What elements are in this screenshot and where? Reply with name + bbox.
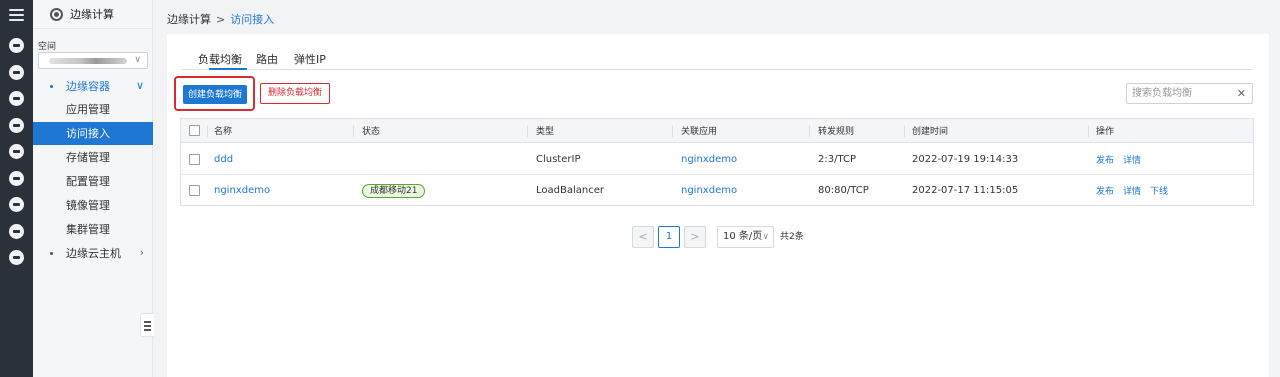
chevron-right-icon: ›: [139, 246, 144, 259]
bullet-icon: [50, 251, 53, 255]
load-balancer-table: 名称 状态 类型 关联应用 转发规则 创建时间 操作 ddd ClusterIP…: [180, 118, 1254, 206]
active-tab-indicator: [209, 68, 247, 70]
breadcrumb-separator: >: [216, 13, 226, 26]
delete-load-balancer-button[interactable]: 删除负载均衡: [260, 83, 330, 104]
header: 边缘计算 > 访问接入: [154, 0, 1280, 34]
breadcrumb-parent[interactable]: 边缘计算: [167, 13, 211, 26]
table-row: nginxdemo 成都移动21 LoadBalancer nginxdemo …: [181, 175, 1253, 206]
row-created: 2022-07-17 11:15:05: [912, 185, 1019, 196]
breadcrumb-current: 访问接入: [230, 13, 275, 26]
column-actions: 操作: [1096, 127, 1115, 137]
next-page-button[interactable]: >: [684, 226, 706, 248]
publish-action[interactable]: 发布: [1096, 184, 1114, 197]
chevron-down-icon: ∨: [762, 232, 769, 242]
sidebar: 边缘计算 空间 ∨ 边缘容器 ∨ 应用管理 访问接入 存储管理 配置管理 镜像管…: [33, 0, 153, 377]
column-name: 名称: [214, 127, 233, 137]
sidebar-item-cluster[interactable]: 集群管理: [33, 218, 153, 241]
row-rule: 80:80/TCP: [818, 185, 869, 196]
row-actions: 发布 详情: [1096, 144, 1150, 174]
column-forward-rule: 转发规则: [818, 127, 855, 137]
status-badge: 成都移动21: [362, 183, 426, 198]
sidebar-group-label: 边缘云主机: [66, 247, 121, 260]
space-value-redacted: [49, 58, 127, 64]
sidebar-item-access[interactable]: 访问接入: [33, 122, 153, 145]
page-number-button[interactable]: 1: [658, 226, 680, 248]
row-actions: 发布 详情 下线: [1096, 175, 1177, 206]
chevron-down-icon: ∨: [135, 79, 144, 92]
sidebar-item-storage[interactable]: 存储管理: [33, 146, 153, 169]
rail-upload-icon[interactable]: [9, 197, 24, 212]
row-type: LoadBalancer: [536, 185, 604, 196]
tab-load-balancer[interactable]: 负载均衡: [198, 51, 242, 67]
row-name-link[interactable]: ddd: [214, 144, 233, 174]
column-created-time: 创建时间: [912, 127, 949, 137]
detail-action[interactable]: 详情: [1123, 153, 1141, 166]
sidebar-item-config[interactable]: 配置管理: [33, 170, 153, 193]
page-size-value: 10 条/页: [723, 231, 763, 242]
search-input[interactable]: [1127, 84, 1235, 103]
row-rule: 2:3/TCP: [818, 153, 856, 165]
create-load-balancer-button[interactable]: 创建负载均衡: [183, 85, 247, 104]
row-checkbox[interactable]: [189, 144, 200, 174]
row-app-link[interactable]: nginxdemo: [681, 144, 737, 174]
rail-storage-icon[interactable]: [9, 171, 24, 186]
chevron-down-icon: ∨: [134, 55, 141, 65]
column-related-app: 关联应用: [681, 127, 718, 137]
sidebar-group-edge-container[interactable]: 边缘容器 ∨: [33, 75, 153, 97]
hamburger-menu-icon[interactable]: [9, 9, 24, 21]
collapse-sidebar-icon[interactable]: [140, 313, 154, 337]
page-size-select[interactable]: 10 条/页 ∨: [717, 226, 774, 248]
publish-action[interactable]: 发布: [1096, 153, 1114, 166]
row-status: 成都移动21: [362, 175, 426, 206]
rail-database-icon[interactable]: [9, 144, 24, 159]
sidebar-item-image[interactable]: 镜像管理: [33, 194, 153, 217]
sidebar-group-edge-host[interactable]: 边缘云主机 ›: [33, 242, 153, 264]
main-panel: 负载均衡 路由 弹性IP 创建负载均衡 删除负载均衡 ✕ 名称 状态 类型 关联…: [167, 34, 1269, 377]
edge-computing-logo-icon: [50, 7, 63, 21]
sidebar-item-app-management[interactable]: 应用管理: [33, 98, 153, 121]
bullet-icon: [50, 84, 53, 88]
total-count: 共2条: [780, 232, 804, 242]
column-type: 类型: [536, 127, 555, 137]
breadcrumb: 边缘计算 > 访问接入: [167, 11, 274, 27]
select-all-checkbox[interactable]: [189, 119, 200, 142]
space-label: 空间: [38, 42, 57, 52]
rail-robot-icon[interactable]: [9, 65, 24, 80]
sidebar-title: 边缘计算: [70, 8, 114, 21]
rail-network-icon[interactable]: [9, 91, 24, 106]
tab-route[interactable]: 路由: [256, 51, 278, 67]
row-type: ClusterIP: [536, 153, 581, 165]
prev-page-button[interactable]: <: [632, 226, 654, 248]
offline-action[interactable]: 下线: [1150, 184, 1168, 197]
app-rail: [0, 0, 33, 377]
table-row: ddd ClusterIP nginxdemo 2:3/TCP 2022-07-…: [181, 144, 1253, 175]
rail-monitor-icon[interactable]: [9, 250, 24, 265]
clear-icon[interactable]: ✕: [1237, 87, 1246, 100]
tab-bar: 负载均衡 路由 弹性IP: [181, 47, 1253, 70]
space-select[interactable]: ∨: [38, 52, 148, 69]
row-name-link[interactable]: nginxdemo: [214, 175, 270, 206]
search-box: ✕: [1126, 83, 1253, 104]
row-checkbox[interactable]: [189, 175, 200, 206]
rail-mail-icon[interactable]: [9, 224, 24, 239]
table-header: 名称 状态 类型 关联应用 转发规则 创建时间 操作: [181, 119, 1253, 143]
tab-elastic-ip[interactable]: 弹性IP: [294, 51, 326, 67]
sidebar-group-label: 边缘容器: [66, 80, 110, 93]
column-status: 状态: [362, 127, 381, 137]
sidebar-header: 边缘计算: [33, 0, 152, 29]
rail-cloud-icon[interactable]: [9, 118, 24, 133]
highlight-box: 创建负载均衡: [174, 76, 255, 111]
row-app-link[interactable]: nginxdemo: [681, 175, 737, 206]
row-created: 2022-07-19 19:14:33: [912, 153, 1019, 165]
detail-action[interactable]: 详情: [1123, 184, 1141, 197]
rail-compute-icon[interactable]: [9, 38, 24, 53]
